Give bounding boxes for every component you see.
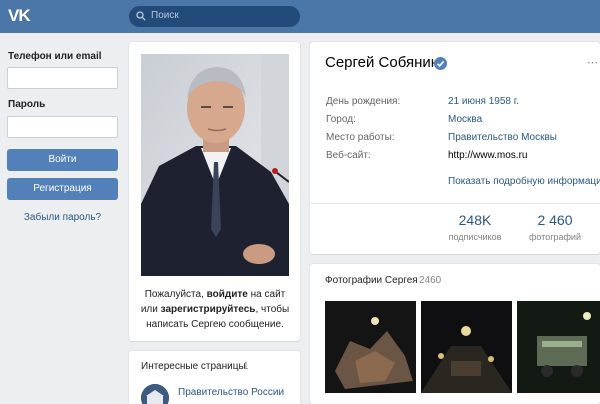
followers-label[interactable]: подписчиков [435, 232, 515, 242]
login-button[interactable]: Войти [7, 149, 118, 171]
message-login-prompt: Пожалуйста, войдите на сайт или зарегист… [135, 287, 295, 332]
interesting-pages-card: Интересные страницы 1 Правительство Росс… [129, 351, 300, 404]
building-icon [141, 384, 169, 404]
phone-label: Телефон или email [8, 51, 102, 62]
profile-info-card: Сергей Собянин ⋯ День рождения: 21 июня … [310, 42, 600, 254]
website-value[interactable]: http://www.mos.ru [448, 150, 527, 161]
photos-count[interactable]: 2 460 [515, 212, 595, 228]
workplace-label: Место работы: [326, 132, 395, 143]
photos-label[interactable]: фотографий [515, 232, 595, 242]
photo-image [421, 301, 512, 393]
website-label: Веб-сайт: [326, 150, 371, 161]
prompt-text-1: Пожалуйста, [144, 289, 207, 300]
photo-thumbnail[interactable] [421, 301, 512, 393]
city-value[interactable]: Москва [448, 114, 482, 125]
verified-icon[interactable] [434, 57, 447, 70]
city-label: Город: [326, 114, 356, 125]
vk-logo[interactable]: VK [8, 6, 32, 26]
portrait-image [141, 54, 289, 276]
top-bar: VK Поиск [0, 0, 600, 33]
prompt-login-link[interactable]: войдите [207, 289, 248, 300]
forgot-password-link[interactable]: Забыли пароль? [7, 212, 118, 223]
search-icon [136, 11, 146, 21]
search-input[interactable]: Поиск [129, 6, 300, 27]
birthday-value[interactable]: 21 июня 1958 г. [448, 96, 519, 107]
password-label: Пароль [8, 99, 46, 110]
phone-email-field[interactable] [7, 67, 118, 89]
profile-avatar[interactable] [141, 54, 289, 276]
photos-title[interactable]: Фотографии Сергея [325, 275, 418, 286]
photo-thumbnail[interactable] [325, 301, 416, 393]
workplace-value[interactable]: Правительство Москвы [448, 132, 557, 143]
info-divider [310, 203, 600, 204]
photo-thumbnail[interactable] [517, 301, 600, 393]
show-full-info-link[interactable]: Показать подробную информацию [448, 176, 600, 187]
more-options-icon[interactable]: ⋯ [587, 56, 598, 69]
photo-image [325, 301, 416, 393]
profile-name: Сергей Собянин [325, 54, 440, 71]
birthday-label: День рождения: [326, 96, 401, 107]
photos-title-count: 2460 [419, 275, 442, 286]
government-avatar[interactable] [141, 384, 169, 404]
photos-card: Фотографии Сергея 2460 [310, 264, 600, 404]
profile-photo-card: Пожалуйста, войдите на сайт или зарегист… [129, 42, 300, 341]
login-panel: Телефон или email Пароль Войти Регистрац… [0, 33, 128, 404]
interesting-pages-count: 1 [243, 361, 249, 372]
photo-image [517, 301, 600, 393]
password-field[interactable] [7, 116, 118, 138]
prompt-register-link[interactable]: зарегистрируйтесь [161, 304, 256, 315]
search-placeholder: Поиск [151, 10, 179, 21]
interesting-pages-title[interactable]: Интересные страницы [141, 361, 246, 372]
followers-count[interactable]: 248K [435, 212, 515, 228]
register-button[interactable]: Регистрация [7, 178, 118, 200]
interesting-page-link[interactable]: Правительство России [178, 387, 284, 398]
